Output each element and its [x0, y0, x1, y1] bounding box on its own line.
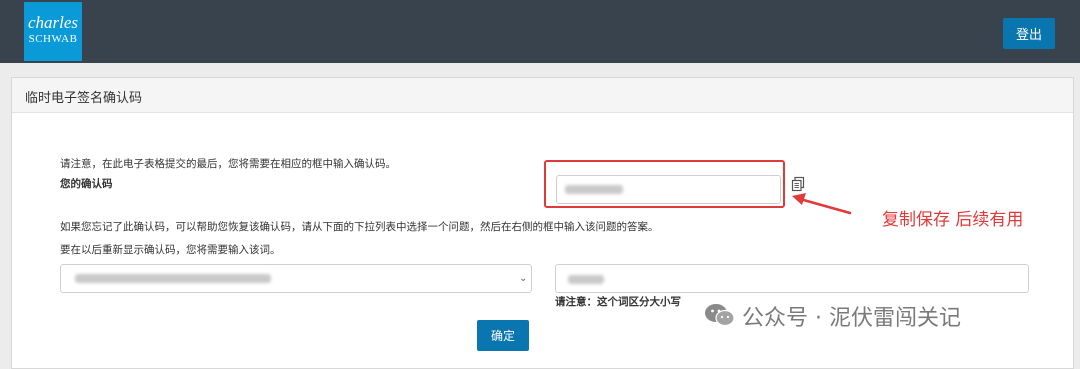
red-highlight-box [544, 160, 785, 208]
case-sensitive-note: 请注意：这个词区分大小写 [555, 296, 681, 308]
logout-button[interactable]: 登出 [1003, 18, 1055, 49]
logo-line-1: charles [27, 13, 79, 32]
red-arrow-annotation [792, 193, 852, 215]
blurred-answer-text [568, 275, 604, 284]
logo-line-2: SCHWAB [28, 33, 78, 45]
panel-title: 临时电子签名确认码 [25, 91, 143, 106]
code-notice-text: 请注意，在此电子表格提交的最后，您将需要在相应的框中输入确认码。 [60, 158, 396, 170]
chevron-down-icon: ⌄ [519, 273, 528, 284]
annotation-text: 复制保存 后续有用 [882, 210, 1024, 230]
top-navigation-bar: charles SCHWAB 登出 [0, 0, 1080, 63]
recovery-hint-text: 如果您忘记了此确认码，可以帮助您恢复该确认码，请从下面的下拉列表中选择一个问题，… [60, 221, 659, 233]
confirm-button[interactable]: 确定 [477, 320, 529, 351]
watermark: 公众号 · 泥伏雷闯关记 [704, 300, 1054, 331]
charles-schwab-logo[interactable]: charles SCHWAB [24, 2, 82, 61]
code-label: 您的确认码 [60, 178, 113, 190]
redisplay-hint-text: 要在以后重新显示确认码，您将需要输入该词。 [60, 244, 281, 256]
blurred-question-text [75, 274, 271, 283]
security-answer-input[interactable] [555, 264, 1029, 293]
watermark-text: 公众号 · 泥伏雷闯关记 [742, 306, 961, 331]
wechat-icon [705, 304, 735, 327]
security-question-select[interactable]: ⌄ [60, 264, 532, 293]
panel-header: 临时电子签名确认码 [12, 78, 1073, 113]
